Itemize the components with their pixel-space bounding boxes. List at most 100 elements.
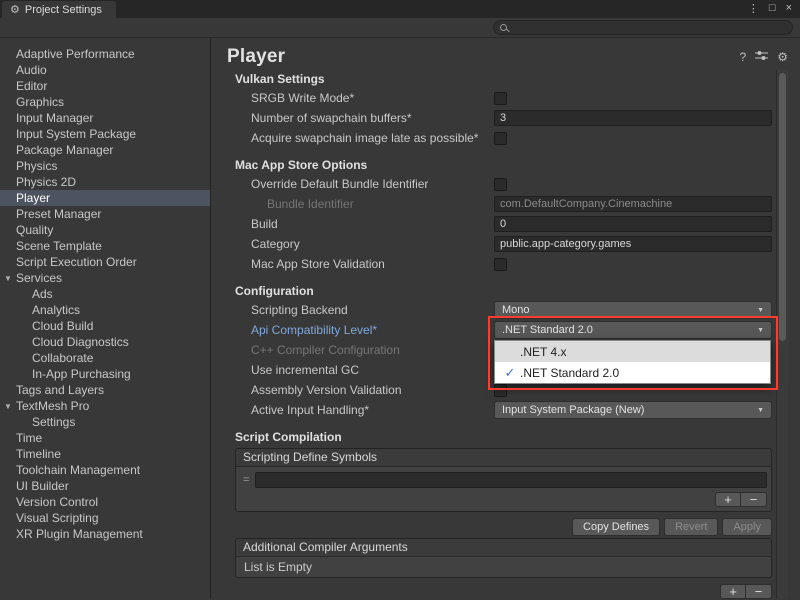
sidebar-item-physics[interactable]: Physics bbox=[0, 158, 210, 174]
window-controls: ⋮ □ × bbox=[748, 0, 800, 15]
chevron-down-icon: ▼ bbox=[757, 407, 764, 414]
tab-bar: ⚙ Project Settings ⋮ □ × bbox=[0, 0, 800, 18]
sidebar-item-ads[interactable]: Ads bbox=[0, 286, 210, 302]
dropdown-value: .NET Standard 2.0 bbox=[502, 324, 593, 336]
acquire-swapchain-late-checkbox[interactable] bbox=[494, 132, 507, 145]
remove-define-button[interactable]: − bbox=[741, 492, 767, 507]
sidebar-item-services[interactable]: ▼ Services bbox=[0, 270, 210, 286]
project-settings-window: ⚙ Project Settings ⋮ □ × Adaptive Perfor… bbox=[0, 0, 800, 600]
swapchain-buffers-field[interactable] bbox=[494, 110, 772, 126]
assembly-version-validation-checkbox[interactable] bbox=[494, 384, 507, 397]
sidebar-item-visual-scripting[interactable]: Visual Scripting bbox=[0, 510, 210, 526]
sidebar-item-audio[interactable]: Audio bbox=[0, 62, 210, 78]
scripting-backend-dropdown[interactable]: Mono ▼ bbox=[494, 301, 772, 319]
foldout-arrow-icon[interactable]: ▼ bbox=[4, 271, 12, 287]
sidebar-item-in-app-purchasing[interactable]: In-App Purchasing bbox=[0, 366, 210, 382]
revert-button[interactable]: Revert bbox=[664, 518, 718, 536]
empty-list-label: List is Empty bbox=[236, 557, 771, 577]
window-menu-icon[interactable]: ⋮ bbox=[748, 2, 759, 15]
menu-item-net-standard-20[interactable]: ✓ .NET Standard 2.0 bbox=[495, 362, 770, 383]
row-scripting-backend: Scripting Backend Mono ▼ bbox=[235, 300, 772, 320]
page-title: Player bbox=[227, 46, 285, 68]
sidebar-item-time[interactable]: Time bbox=[0, 430, 210, 446]
field-label: Override Default Bundle Identifier bbox=[251, 177, 494, 191]
row-api-compatibility-level: Api Compatibility Level* .NET Standard 2… bbox=[235, 320, 772, 340]
sidebar-item-editor[interactable]: Editor bbox=[0, 78, 210, 94]
search-toolbar bbox=[0, 18, 800, 38]
sidebar-item-label: TextMesh Pro bbox=[16, 399, 89, 413]
category-field[interactable] bbox=[494, 236, 772, 252]
drag-handle-icon[interactable]: = bbox=[240, 474, 252, 486]
check-icon: ✓ bbox=[500, 365, 520, 381]
sidebar-item-scene-template[interactable]: Scene Template bbox=[0, 238, 210, 254]
remove-argument-button[interactable]: − bbox=[746, 584, 772, 599]
field-label: Assembly Version Validation bbox=[251, 383, 494, 397]
add-define-button[interactable]: + bbox=[715, 492, 741, 507]
presets-icon[interactable] bbox=[755, 50, 768, 64]
tab-project-settings[interactable]: ⚙ Project Settings bbox=[2, 1, 116, 18]
field-label: Bundle Identifier bbox=[251, 197, 494, 211]
sidebar-item-textmeshpro-settings[interactable]: Settings bbox=[0, 414, 210, 430]
menu-item-label: .NET 4.x bbox=[520, 345, 566, 359]
search-input[interactable] bbox=[512, 22, 786, 34]
sidebar-item-cloud-diagnostics[interactable]: Cloud Diagnostics bbox=[0, 334, 210, 350]
sidebar-item-package-manager[interactable]: Package Manager bbox=[0, 142, 210, 158]
apply-button[interactable]: Apply bbox=[722, 518, 772, 536]
help-icon[interactable]: ? bbox=[740, 50, 747, 64]
field-label: Active Input Handling* bbox=[251, 403, 494, 417]
sidebar-item-input-manager[interactable]: Input Manager bbox=[0, 110, 210, 126]
build-field[interactable] bbox=[494, 216, 772, 232]
override-bundle-identifier-checkbox[interactable] bbox=[494, 178, 507, 191]
mac-app-store-validation-checkbox[interactable] bbox=[494, 258, 507, 271]
row-acquire-swapchain-late: Acquire swapchain image late as possible… bbox=[235, 128, 772, 148]
compiler-arguments-actions: + − bbox=[235, 584, 772, 599]
section-header-vulkan-settings: Vulkan Settings bbox=[235, 70, 772, 88]
api-compatibility-dropdown-menu: .NET 4.x ✓ .NET Standard 2.0 bbox=[494, 340, 771, 384]
vertical-scrollbar[interactable] bbox=[776, 70, 788, 599]
close-icon[interactable]: × bbox=[786, 2, 792, 15]
bundle-identifier-field[interactable] bbox=[494, 196, 772, 212]
search-box[interactable] bbox=[493, 20, 793, 35]
field-label: Build bbox=[251, 217, 494, 231]
sidebar-item-player[interactable]: Player bbox=[0, 190, 210, 206]
sidebar-item-analytics[interactable]: Analytics bbox=[0, 302, 210, 318]
maximize-icon[interactable]: □ bbox=[769, 2, 776, 15]
sidebar-item-preset-manager[interactable]: Preset Manager bbox=[0, 206, 210, 222]
field-label: Acquire swapchain image late as possible… bbox=[251, 131, 494, 145]
sidebar-item-xr-plugin-management[interactable]: XR Plugin Management bbox=[0, 526, 210, 542]
sidebar-item-collaborate[interactable]: Collaborate bbox=[0, 350, 210, 366]
scrollbar-thumb[interactable] bbox=[779, 73, 786, 341]
sidebar-item-quality[interactable]: Quality bbox=[0, 222, 210, 238]
sidebar-item-toolchain-management[interactable]: Toolchain Management bbox=[0, 462, 210, 478]
foldout-arrow-icon[interactable]: ▼ bbox=[4, 399, 12, 415]
compiler-arguments-box-title: Additional Compiler Arguments bbox=[236, 539, 771, 557]
define-symbol-input[interactable] bbox=[255, 472, 767, 488]
sidebar-item-tags-and-layers[interactable]: Tags and Layers bbox=[0, 382, 210, 398]
additional-compiler-arguments-box: Additional Compiler Arguments List is Em… bbox=[235, 538, 772, 578]
active-input-handling-dropdown[interactable]: Input System Package (New) ▼ bbox=[494, 401, 772, 419]
sidebar-item-input-system-package[interactable]: Input System Package bbox=[0, 126, 210, 142]
sidebar-item-ui-builder[interactable]: UI Builder bbox=[0, 478, 210, 494]
api-compatibility-dropdown[interactable]: .NET Standard 2.0 ▼ bbox=[494, 321, 772, 339]
sidebar-item-version-control[interactable]: Version Control bbox=[0, 494, 210, 510]
settings-sidebar: Adaptive Performance Audio Editor Graphi… bbox=[0, 38, 211, 599]
sidebar-item-script-execution-order[interactable]: Script Execution Order bbox=[0, 254, 210, 270]
add-argument-button[interactable]: + bbox=[720, 584, 746, 599]
sidebar-item-cloud-build[interactable]: Cloud Build bbox=[0, 318, 210, 334]
copy-defines-button[interactable]: Copy Defines bbox=[572, 518, 660, 536]
field-label: Number of swapchain buffers* bbox=[251, 111, 494, 125]
dropdown-value: Input System Package (New) bbox=[502, 404, 644, 416]
srgb-write-mode-checkbox[interactable] bbox=[494, 92, 507, 105]
chevron-down-icon: ▼ bbox=[757, 327, 764, 334]
gear-icon[interactable]: ⚙ bbox=[777, 50, 788, 64]
player-header: Player ? ⚙ bbox=[211, 38, 800, 70]
sidebar-item-graphics[interactable]: Graphics bbox=[0, 94, 210, 110]
row-swapchain-buffers: Number of swapchain buffers* bbox=[235, 108, 772, 128]
row-srgb-write-mode: SRGB Write Mode* bbox=[235, 88, 772, 108]
menu-item-label: .NET Standard 2.0 bbox=[520, 366, 619, 380]
sidebar-item-timeline[interactable]: Timeline bbox=[0, 446, 210, 462]
sidebar-item-textmesh-pro[interactable]: ▼ TextMesh Pro bbox=[0, 398, 210, 414]
sidebar-item-physics-2d[interactable]: Physics 2D bbox=[0, 174, 210, 190]
sidebar-item-adaptive-performance[interactable]: Adaptive Performance bbox=[0, 46, 210, 62]
menu-item-net-4x[interactable]: .NET 4.x bbox=[495, 341, 770, 362]
